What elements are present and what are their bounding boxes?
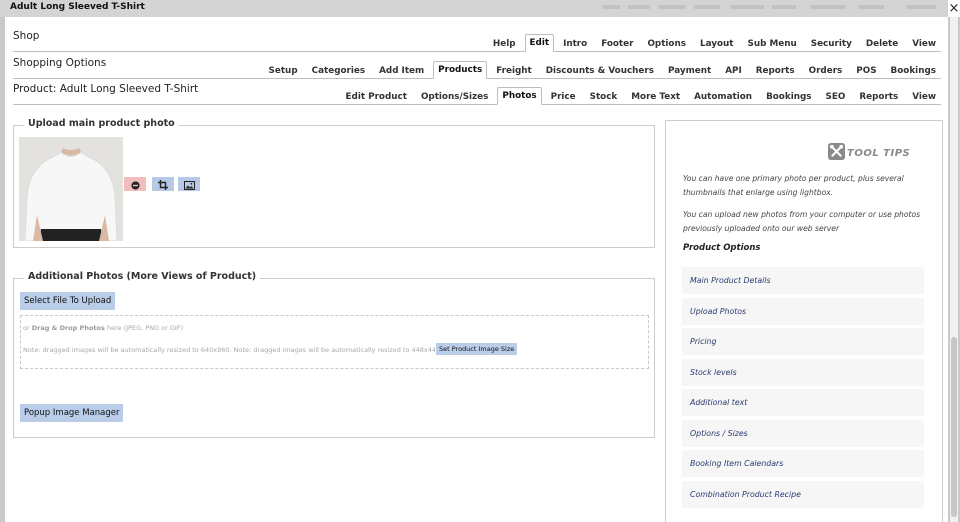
product-photo [19,137,123,241]
tab-view[interactable]: View [907,88,941,105]
tooltips-panel: TOOL TIPS You can have one primary photo… [665,120,943,522]
tab-view[interactable]: View [907,35,941,52]
row-title-product: Product: Adult Long Sleeved T-Shirt [13,83,199,95]
tooltip-text-1: You can have one primary photo per produ… [683,174,904,197]
tab-reports[interactable]: Reports [751,62,800,79]
ghost-toolbar-text [628,5,650,9]
minus-icon [130,175,140,194]
scrollbar-thumb[interactable] [951,337,957,517]
tab-pos[interactable]: POS [851,62,881,79]
window-titlebar: Adult Long Sleeved T-Shirt × [0,0,960,17]
tab-sub-menu[interactable]: Sub Menu [743,35,802,52]
product-row: Product: Adult Long Sleeved T-Shirt Edit… [13,78,941,105]
ghost-toolbar-text [658,5,686,9]
tab-add-item[interactable]: Add Item [374,62,429,79]
shopping-options-tabs: Setup Categories Add Item Products Freight Di… [260,61,941,79]
tab-bookings[interactable]: Bookings [761,88,816,105]
upload-main-photo-section: Upload main product photo [13,118,655,248]
tab-footer[interactable]: Footer [596,35,638,52]
popup-image-manager-button[interactable]: Popup Image Manager [20,404,124,422]
tab-help[interactable]: Help [488,35,521,52]
tab-edit[interactable]: Edit [524,34,555,52]
ghost-toolbar-text [694,5,720,9]
image-icon [183,175,195,194]
tab-freight[interactable]: Freight [491,62,537,79]
tab-photos[interactable]: Photos [497,87,542,105]
tab-options-sizes[interactable]: Options/Sizes [416,88,493,105]
tab-categories[interactable]: Categories [307,62,370,79]
ghost-toolbar-text [772,5,796,9]
product-option-link[interactable]: Additional text [682,389,924,416]
ghost-toolbar-text [858,5,884,9]
drop-instructions: or Drag & Drop Photos here (JPEG, PNG or… [23,324,184,332]
tool-tips-logo: TOOL TIPS [828,143,910,164]
tab-bookings[interactable]: Bookings [886,62,941,79]
tab-edit-product[interactable]: Edit Product [341,88,412,105]
product-tabs: Edit Product Options/Sizes Photos Price Stoc… [337,87,941,105]
tab-payment[interactable]: Payment [663,62,716,79]
drop-zone[interactable]: or Drag & Drop Photos here (JPEG, PNG or… [20,315,649,369]
tab-seo[interactable]: SEO [821,88,851,105]
row-title-shop: Shop [13,30,40,42]
product-option-link[interactable]: Options / Sizes [682,419,924,447]
ghost-toolbar-text [906,5,936,9]
tab-options[interactable]: Options [642,35,691,52]
ghost-toolbar-text [810,5,846,9]
additional-photos-section: Additional Photos (More Views of Product… [13,271,655,438]
product-option-link[interactable]: Combination Product Recipe [682,480,924,508]
tooltip-text-2: You can upload new photos from your comp… [683,210,921,233]
tab-products[interactable]: Products [433,61,488,79]
product-option-link[interactable]: Main Product Details [682,267,924,294]
remove-photo-button[interactable] [124,177,146,191]
choose-image-button[interactable] [178,177,200,191]
shopping-options-row: Shopping Options Setup Categories Add Item… [13,52,941,79]
product-option-link[interactable]: Pricing [682,328,924,355]
shop-tabs: Help Edit Intro Footer Options Layout Sub Menu… [484,34,941,52]
tab-setup[interactable]: Setup [264,62,303,79]
row-title-shopping-options: Shopping Options [13,57,107,69]
ghost-toolbar-text [602,5,620,9]
tool-tips-logo-text: TOOL TIPS [847,148,911,159]
tab-api[interactable]: API [720,62,747,79]
resize-note: Note: dragged images will be automatical… [23,346,443,354]
additional-photos-legend: Additional Photos (More Views of Product… [24,271,261,282]
tab-stock[interactable]: Stock [585,88,623,105]
upload-main-photo-legend: Upload main product photo [24,118,179,129]
product-options-list: Main Product Details Upload Photos Pricing… [682,267,924,511]
product-option-link[interactable]: Booking Item Calendars [682,450,924,477]
shop-row: Shop Help Edit Intro Footer Options Layout Sub… [13,25,941,52]
select-file-button[interactable]: Select File To Upload [20,292,116,310]
close-icon[interactable]: × [948,0,960,17]
tab-security[interactable]: Security [806,35,857,52]
tab-orders[interactable]: Orders [804,62,848,79]
ghost-toolbar-text [730,5,764,9]
product-options-heading: Product Options [683,243,761,253]
tab-layout[interactable]: Layout [695,35,739,52]
tab-price[interactable]: Price [546,88,581,105]
tab-delete[interactable]: Delete [861,35,903,52]
main-panel: Shop Help Edit Intro Footer Options Layout Sub… [5,17,948,522]
tab-discounts-vouchers[interactable]: Discounts & Vouchers [541,62,659,79]
product-option-link[interactable]: Upload Photos [682,297,924,325]
set-product-image-size-button[interactable]: Set Product Image Size [436,343,518,355]
tools-icon [828,143,845,164]
tab-intro[interactable]: Intro [558,35,592,52]
vertical-scrollbar[interactable] [950,17,958,522]
tab-automation[interactable]: Automation [689,88,757,105]
crop-icon [158,175,168,194]
window-title: Adult Long Sleeved T-Shirt [10,2,145,12]
tab-more-text[interactable]: More Text [626,88,685,105]
crop-photo-button[interactable] [152,177,174,191]
tab-reports[interactable]: Reports [854,88,903,105]
product-option-link[interactable]: Stock levels [682,358,924,386]
